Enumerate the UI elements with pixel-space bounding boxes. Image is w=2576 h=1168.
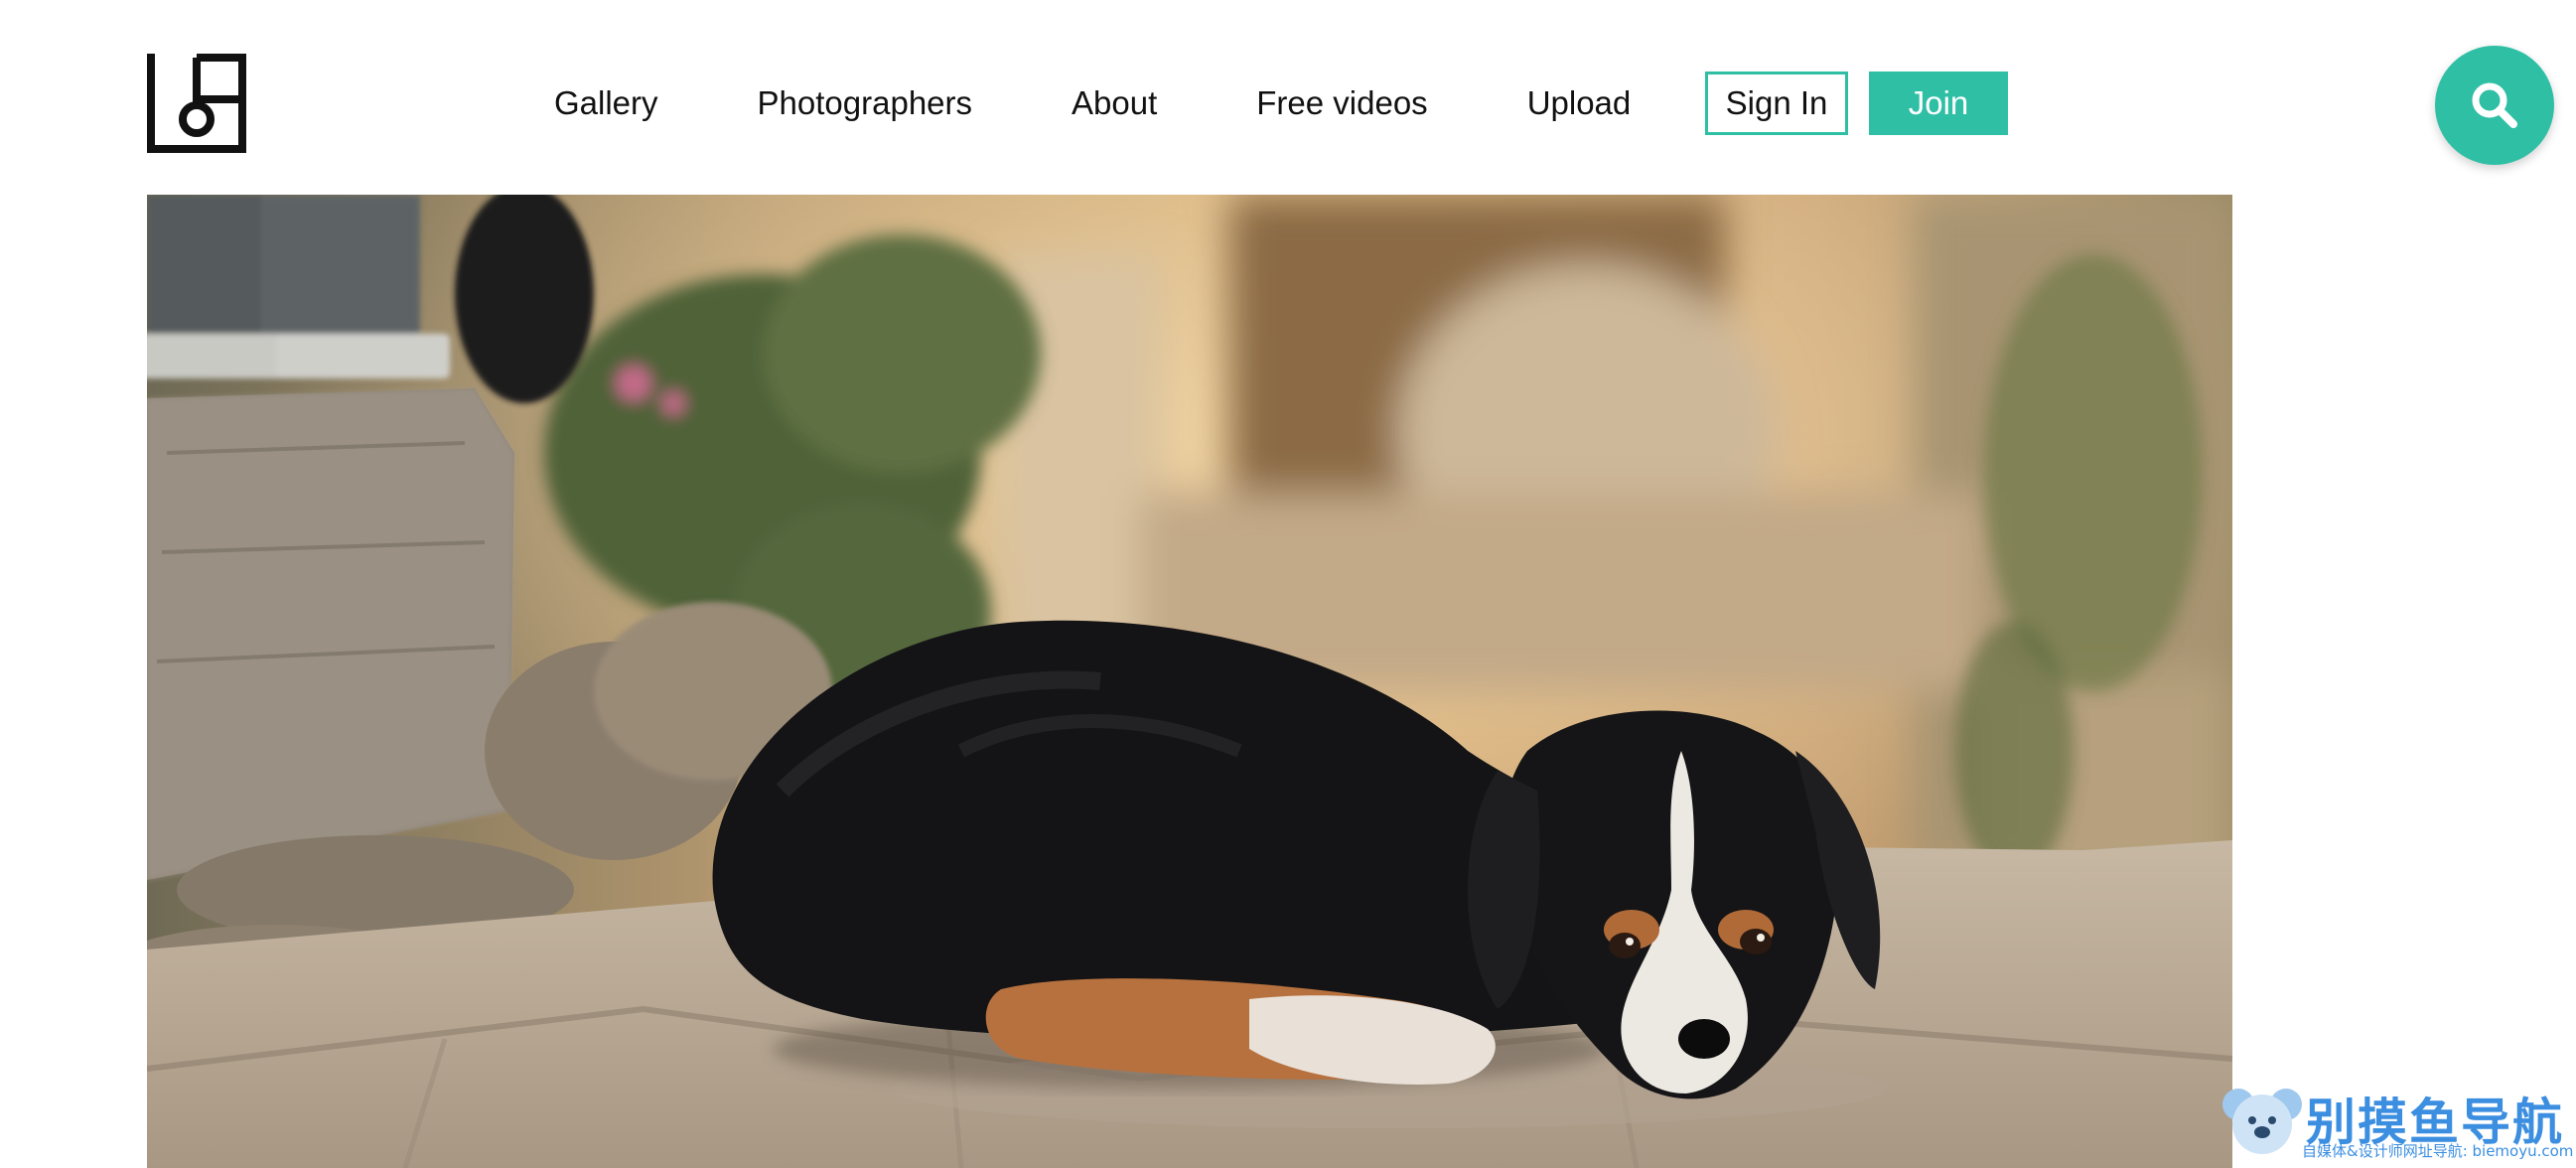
sign-in-button[interactable]: Sign In xyxy=(1705,72,1848,135)
watermark: 别摸鱼导航 自媒体&设计师网址导航: biemoyu.com xyxy=(2220,1083,2573,1162)
nav-gallery[interactable]: Gallery xyxy=(554,84,658,122)
nav-free-videos[interactable]: Free videos xyxy=(1256,84,1427,122)
koala-mascot-icon xyxy=(2222,1089,2302,1154)
search-button[interactable] xyxy=(2435,46,2554,165)
nav-upload[interactable]: Upload xyxy=(1527,84,1632,122)
watermark-subtitle: 自媒体&设计师网址导航: biemoyu.com xyxy=(2302,1142,2574,1160)
page: Gallery Photographers About Free videos … xyxy=(0,0,2576,1168)
main-nav: Gallery Photographers About Free videos … xyxy=(554,72,1631,135)
nav-photographers[interactable]: Photographers xyxy=(758,84,972,122)
dog-photo-image xyxy=(147,195,2232,1168)
search-icon xyxy=(2472,82,2517,128)
hero-photo[interactable] xyxy=(147,195,2232,1168)
nav-about[interactable]: About xyxy=(1072,84,1157,122)
join-button[interactable]: Join xyxy=(1869,72,2008,135)
camera-frame-logo-icon[interactable] xyxy=(147,54,246,153)
